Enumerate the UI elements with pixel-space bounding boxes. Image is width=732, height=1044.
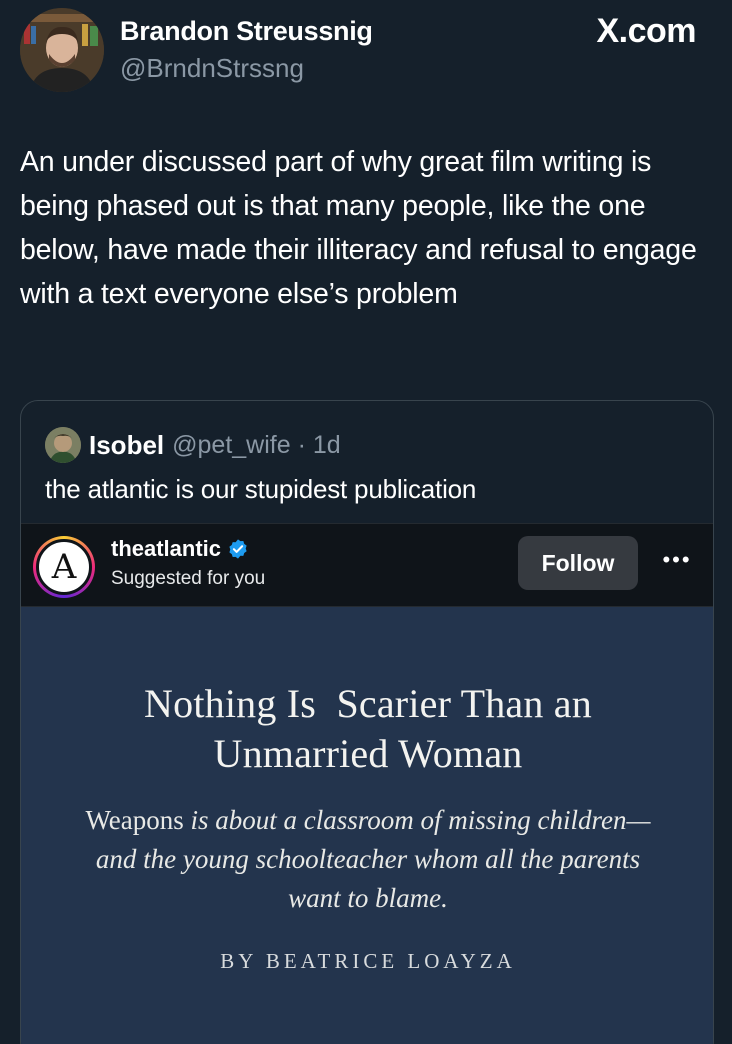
verified-badge-icon [229,539,247,559]
author-avatar[interactable] [20,8,104,92]
site-mark: X.com [596,12,696,50]
quote-author-handle[interactable]: @pet_wife · 1d [172,431,341,460]
author-name[interactable]: Brandon Streussnig [120,16,373,47]
author-handle[interactable]: @BrndnStrssng [120,53,373,84]
author-block: Brandon Streussnig @BrndnStrssng [120,16,373,84]
quote-tweet-card[interactable]: Isobel @pet_wife · 1d the atlantic is ou… [20,400,714,1044]
article-title-line-2: Unmarried Woman [213,731,523,776]
quote-header: Isobel @pet_wife · 1d [45,425,341,465]
quote-author-name[interactable]: Isobel [89,430,164,461]
atlantic-avatar[interactable]: A [33,536,95,598]
instagram-account-name[interactable]: theatlantic [111,536,249,562]
follow-button[interactable]: Follow [518,536,638,590]
article-deck: Weapons is about a classroom of missing … [81,801,655,918]
embedded-instagram-post: A theatlantic Suggested for you Follow •… [21,523,713,1044]
suggested-label: Suggested for you [111,568,266,589]
article-title: Nothing Is Scarier Than an Unmarried Wom… [21,679,713,779]
article-title-line-1: Nothing Is Scarier Than an [144,681,592,726]
tweet-text: An under discussed part of why great fil… [20,146,697,310]
more-options-icon[interactable]: ••• [661,549,693,574]
quote-author-avatar[interactable] [45,427,81,463]
instagram-post-header: A theatlantic Suggested for you Follow •… [21,523,713,607]
quote-text: the atlantic is our stupidest publicatio… [45,474,477,504]
article-byline: BY BEATRICE LOAYZA [220,949,516,973]
article-card[interactable]: Nothing Is Scarier Than an Unmarried Wom… [21,607,713,1044]
atlantic-logo-letter: A [36,539,92,595]
instagram-account-label: theatlantic [111,536,222,561]
article-deck-film-title: Weapons [85,805,184,835]
